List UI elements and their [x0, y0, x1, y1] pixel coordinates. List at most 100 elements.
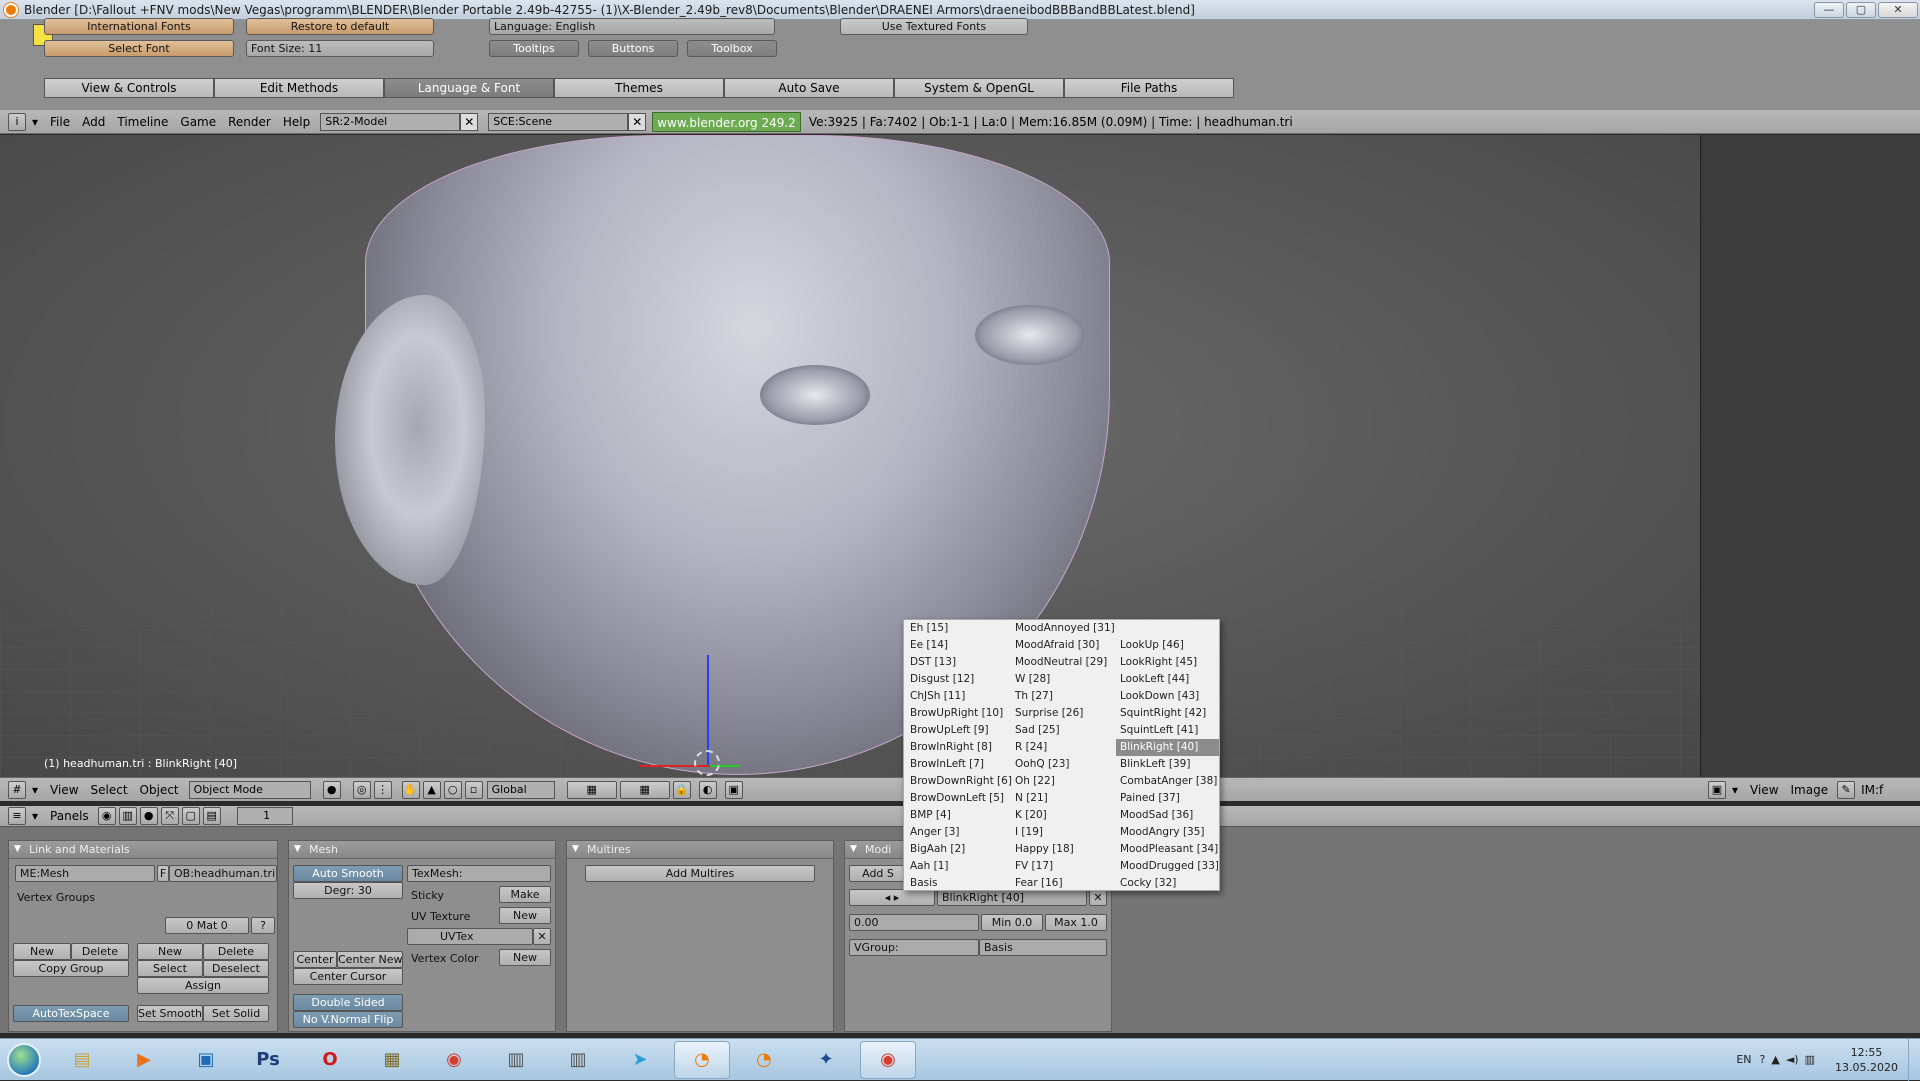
set-solid-button[interactable]: Set Solid: [203, 1005, 269, 1022]
menu-item[interactable]: SquintRight [42]: [1116, 705, 1219, 722]
set-smooth-button[interactable]: Set Smooth: [137, 1005, 203, 1022]
script-icon[interactable]: ▥: [118, 807, 137, 825]
menu-item[interactable]: LookRight [45]: [1116, 654, 1219, 671]
lock-icon[interactable]: 🔒: [672, 780, 691, 799]
menu-item[interactable]: MoodAnnoyed [31]: [1011, 620, 1115, 637]
menu-item[interactable]: MoodAngry [35]: [1116, 824, 1219, 841]
menu-item[interactable]: Oh [22]: [1011, 773, 1114, 790]
image-editor-area[interactable]: [1700, 135, 1920, 777]
draw-type-icon[interactable]: ●: [322, 780, 341, 799]
taskbar-chrome-icon[interactable]: ◉: [426, 1041, 482, 1079]
menu-item[interactable]: Anger [3]: [906, 824, 1009, 841]
panels-menu[interactable]: Panels: [50, 809, 89, 823]
logic-icon[interactable]: ◉: [97, 807, 116, 825]
shape-max-field[interactable]: Max 1.0: [1045, 914, 1107, 931]
close-button[interactable]: ✕: [1878, 1, 1918, 18]
menu-item[interactable]: MoodPleasant [34]: [1116, 841, 1219, 858]
degree-field[interactable]: Degr: 30: [293, 882, 403, 899]
screen-select[interactable]: SR:2-Model: [320, 112, 461, 131]
material-new-button[interactable]: New: [137, 943, 203, 960]
taskbar-chrome2-icon[interactable]: ◉: [860, 1040, 916, 1079]
select-menu[interactable]: Select: [91, 783, 128, 797]
menu-item[interactable]: Ee [14]: [906, 637, 1009, 654]
shape-key-popup-menu[interactable]: Eh [15] Ee [14] DST [13] Disgust [12] Ch…: [903, 619, 1220, 891]
menu-item[interactable]: LookDown [43]: [1116, 688, 1219, 705]
toolbox-toggle[interactable]: Toolbox: [687, 40, 777, 57]
menu-item[interactable]: Fear [16]: [1011, 875, 1114, 892]
menu-item[interactable]: Basis: [906, 875, 1009, 892]
no-vnormal-flip-toggle[interactable]: No V.Normal Flip: [293, 1011, 403, 1028]
use-textured-fonts-toggle[interactable]: Use Textured Fonts: [840, 18, 1028, 35]
menu-item[interactable]: W [28]: [1011, 671, 1114, 688]
taskbar-film-icon[interactable]: ▥: [488, 1041, 544, 1079]
menu-item[interactable]: LookUp [46]: [1116, 637, 1219, 654]
taskbar-photoshop-icon[interactable]: Ps: [240, 1041, 296, 1079]
add-shape-key-button[interactable]: Add S: [849, 865, 907, 882]
center-button[interactable]: Center: [293, 951, 337, 968]
material-query-button[interactable]: ?: [251, 917, 275, 934]
collapse-arrow-icon[interactable]: ▾: [32, 115, 38, 129]
network-icon[interactable]: ▥: [1805, 1053, 1815, 1066]
shape-min-field[interactable]: Min 0.0: [981, 914, 1043, 931]
scale-icon[interactable]: ▫: [464, 780, 483, 799]
taskbar-clock[interactable]: 12:55 13.05.2020: [1835, 1045, 1898, 1075]
menu-item[interactable]: BrowDownRight [6]: [906, 773, 1012, 790]
tab-auto-save[interactable]: Auto Save: [724, 78, 894, 98]
help-icon[interactable]: ?: [1760, 1053, 1766, 1066]
menu-item[interactable]: Cocky [32]: [1116, 875, 1219, 892]
menu-item[interactable]: BrowInRight [8]: [906, 739, 1009, 756]
fake-user-button[interactable]: F: [157, 865, 169, 882]
start-button[interactable]: [0, 1039, 48, 1081]
grid-editor-icon[interactable]: #: [8, 780, 26, 799]
info-icon[interactable]: i: [8, 112, 26, 131]
image-header-collapse-icon[interactable]: ▾: [1732, 783, 1738, 797]
menu-item[interactable]: Th [27]: [1011, 688, 1114, 705]
menu-item[interactable]: R [24]: [1011, 739, 1114, 756]
double-sided-toggle[interactable]: Double Sided: [293, 994, 403, 1011]
hand-manipulator-icon[interactable]: ✋: [401, 780, 420, 799]
taskbar-files-icon[interactable]: ▣: [178, 1041, 234, 1079]
autotexspace-toggle[interactable]: AutoTexSpace: [13, 1005, 129, 1022]
sticky-make-button[interactable]: Make: [499, 886, 551, 903]
menu-item[interactable]: BMP [4]: [906, 807, 1009, 824]
pivot-icon[interactable]: ◎: [352, 780, 371, 799]
image-editor-icon[interactable]: ▣: [1708, 780, 1726, 799]
uv-texture-new-button[interactable]: New: [499, 907, 551, 924]
menu-item[interactable]: I [19]: [1011, 824, 1114, 841]
taskbar-film2-icon[interactable]: ▥: [550, 1041, 606, 1079]
menu-item[interactable]: MoodSad [36]: [1116, 807, 1219, 824]
buttons-collapse-icon[interactable]: ▾: [32, 809, 38, 823]
header-collapse-icon[interactable]: ▾: [32, 783, 38, 797]
taskbar-blender-icon[interactable]: ◔: [674, 1040, 730, 1079]
restore-default-button[interactable]: Restore to default: [246, 18, 434, 35]
shape-value-slider[interactable]: 0.00: [849, 914, 979, 931]
mesh-title[interactable]: Mesh: [289, 841, 555, 859]
font-size-field[interactable]: Font Size: 11: [246, 40, 434, 57]
blender-url-link[interactable]: www.blender.org 249.2: [652, 111, 801, 132]
add-multires-button[interactable]: Add Multires: [585, 865, 815, 882]
material-index-field[interactable]: 0 Mat 0: [165, 917, 249, 934]
shading-icon[interactable]: ●: [139, 807, 158, 825]
menu-add[interactable]: Add: [82, 115, 105, 129]
center-new-button[interactable]: Center New: [337, 951, 403, 968]
select-font-button[interactable]: Select Font: [44, 40, 234, 57]
layers-row2-icon[interactable]: ▦: [619, 780, 670, 799]
render-preview-icon[interactable]: ◐: [698, 780, 717, 799]
scene-select[interactable]: SCE:Scene: [488, 112, 629, 131]
tab-themes[interactable]: Themes: [554, 78, 724, 98]
maximize-button[interactable]: ▢: [1846, 1, 1876, 18]
3d-cursor[interactable]: [694, 750, 720, 776]
tray-expand-icon[interactable]: ▲: [1771, 1053, 1779, 1066]
mesh-name-field[interactable]: ME:Mesh: [15, 865, 155, 882]
auto-smooth-toggle[interactable]: Auto Smooth: [293, 865, 403, 882]
buttons-editor-icon[interactable]: ≡: [8, 807, 26, 825]
taskbar-tool3-icon[interactable]: ✦: [798, 1041, 854, 1079]
link-materials-title[interactable]: Link and Materials: [9, 841, 277, 859]
object-name-field[interactable]: OB:headhuman.tri: [169, 865, 277, 882]
rotate-icon[interactable]: ○: [443, 780, 462, 799]
menu-render[interactable]: Render: [228, 115, 271, 129]
multires-title[interactable]: Multires: [567, 841, 833, 859]
menu-item[interactable]: SquintLeft [41]: [1116, 722, 1219, 739]
volume-icon[interactable]: ◄): [1786, 1053, 1799, 1066]
vgroup-new-button[interactable]: New: [13, 943, 71, 960]
